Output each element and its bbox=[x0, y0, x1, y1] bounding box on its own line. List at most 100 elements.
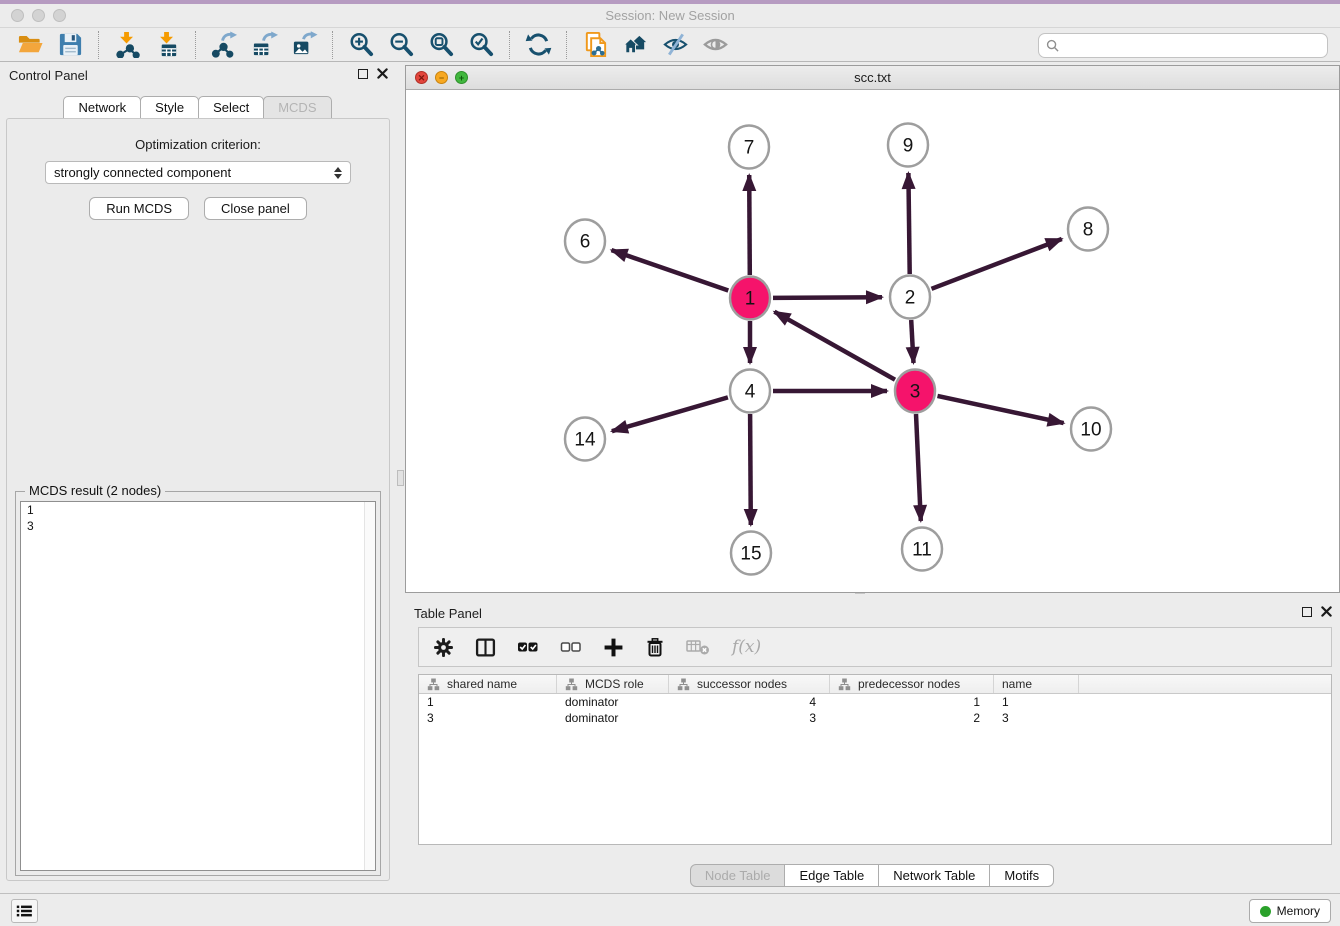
edge-2-8[interactable] bbox=[932, 239, 1062, 289]
edge-1-2[interactable] bbox=[773, 297, 882, 298]
edge-1-6[interactable] bbox=[612, 250, 729, 290]
float-table-panel-icon[interactable] bbox=[1302, 607, 1312, 617]
task-history-button[interactable] bbox=[11, 899, 38, 923]
table-cell[interactable]: 3 bbox=[669, 710, 830, 726]
column-header-shared-name[interactable]: shared name bbox=[419, 675, 557, 693]
edge-3-1[interactable] bbox=[774, 312, 895, 380]
column-label: shared name bbox=[447, 677, 517, 691]
node-9[interactable]: 9 bbox=[888, 124, 928, 167]
memory-button[interactable]: Memory bbox=[1249, 899, 1331, 923]
show-all-networks-button[interactable] bbox=[615, 29, 655, 61]
node-3[interactable]: 3 bbox=[895, 370, 935, 413]
node-1[interactable]: 1 bbox=[730, 277, 770, 320]
table-row[interactable]: 1dominator411 bbox=[419, 694, 1331, 710]
mcds-result-list[interactable]: 13 bbox=[20, 501, 376, 871]
open-session-button[interactable] bbox=[10, 29, 50, 61]
export-image-button[interactable] bbox=[284, 29, 324, 61]
run-mcds-button[interactable]: Run MCDS bbox=[89, 197, 189, 220]
import-network-button[interactable] bbox=[107, 29, 147, 61]
close-panel-button[interactable]: Close panel bbox=[204, 197, 307, 220]
table-cell[interactable]: 2 bbox=[830, 710, 994, 726]
column-hierarchy-icon bbox=[565, 678, 578, 691]
zoom-fit-button[interactable] bbox=[421, 29, 461, 61]
table-header-row: shared name MCDS role successor nodes prede… bbox=[419, 675, 1331, 694]
table-row[interactable]: 3dominator323 bbox=[419, 710, 1331, 726]
export-table-button[interactable] bbox=[244, 29, 284, 61]
close-panel-icon[interactable] bbox=[377, 68, 388, 79]
table-cell[interactable]: 1 bbox=[994, 694, 1079, 710]
node-11[interactable]: 11 bbox=[902, 528, 942, 571]
edge-3-11[interactable] bbox=[916, 414, 921, 521]
zoom-selected-button[interactable] bbox=[461, 29, 501, 61]
table-cell[interactable]: dominator bbox=[557, 694, 669, 710]
export-network-button[interactable] bbox=[204, 29, 244, 61]
hide-graphics-details-button[interactable] bbox=[655, 29, 695, 61]
table-options-button[interactable] bbox=[433, 637, 454, 658]
node-6[interactable]: 6 bbox=[565, 220, 605, 263]
tab-network[interactable]: Network bbox=[63, 96, 141, 119]
network-graph[interactable]: 7 9 6 8 1 2 4 3 14 10 15 11 bbox=[406, 90, 1339, 592]
show-graphics-details-button[interactable] bbox=[695, 29, 735, 61]
create-column-button[interactable] bbox=[603, 637, 624, 658]
zoom-in-button[interactable] bbox=[341, 29, 381, 61]
clone-network-button[interactable] bbox=[575, 29, 615, 61]
float-panel-icon[interactable] bbox=[358, 69, 368, 79]
vertical-split-handle[interactable] bbox=[397, 470, 404, 486]
function-builder-button[interactable]: f(x) bbox=[732, 637, 761, 657]
close-table-panel-icon[interactable] bbox=[1321, 606, 1332, 617]
select-all-columns-button[interactable] bbox=[517, 637, 539, 657]
delete-table-button[interactable] bbox=[686, 638, 711, 656]
tab-network-table[interactable]: Network Table bbox=[878, 864, 990, 887]
network-window-titlebar[interactable]: ✕ − + scc.txt bbox=[406, 66, 1339, 90]
node-2[interactable]: 2 bbox=[890, 276, 930, 319]
tab-style[interactable]: Style bbox=[140, 96, 199, 119]
edge-4-15[interactable] bbox=[750, 414, 751, 525]
table-cell[interactable]: 1 bbox=[419, 694, 557, 710]
export-image-icon bbox=[291, 31, 318, 58]
column-header-name[interactable]: name bbox=[994, 675, 1079, 693]
show-columns-button[interactable] bbox=[475, 637, 496, 658]
edge-1-7[interactable] bbox=[749, 175, 750, 275]
delete-columns-button[interactable] bbox=[645, 637, 665, 658]
node-table[interactable]: shared name MCDS role successor nodes prede… bbox=[418, 674, 1332, 845]
table-cell[interactable]: 3 bbox=[994, 710, 1079, 726]
tab-node-table[interactable]: Node Table bbox=[690, 864, 786, 887]
tab-edge-table[interactable]: Edge Table bbox=[784, 864, 879, 887]
node-15[interactable]: 15 bbox=[731, 532, 771, 575]
clone-network-icon bbox=[582, 31, 609, 58]
import-table-button[interactable] bbox=[147, 29, 187, 61]
unselect-all-columns-button[interactable] bbox=[560, 637, 582, 657]
tab-motifs[interactable]: Motifs bbox=[989, 864, 1054, 887]
optimization-criterion-select[interactable]: strongly connected component bbox=[45, 161, 351, 184]
edge-4-14[interactable] bbox=[612, 397, 728, 431]
edge-3-10[interactable] bbox=[938, 396, 1064, 423]
tab-mcds[interactable]: MCDS bbox=[263, 96, 331, 119]
network-canvas[interactable]: 7 9 6 8 1 2 4 3 14 10 15 11 bbox=[406, 90, 1339, 592]
zoom-out-icon bbox=[388, 31, 415, 58]
node-14[interactable]: 14 bbox=[565, 418, 605, 461]
node-10[interactable]: 10 bbox=[1071, 408, 1111, 451]
edge-2-9[interactable] bbox=[908, 173, 909, 274]
column-header-predecessor-nodes[interactable]: predecessor nodes bbox=[830, 675, 994, 693]
column-hierarchy-icon bbox=[677, 678, 690, 691]
export-network-icon bbox=[211, 31, 238, 58]
column-label: successor nodes bbox=[697, 677, 787, 691]
table-cell[interactable]: 4 bbox=[669, 694, 830, 710]
column-header-successor-nodes[interactable]: successor nodes bbox=[669, 675, 830, 693]
column-header-mcds-role[interactable]: MCDS role bbox=[557, 675, 669, 693]
zoom-out-button[interactable] bbox=[381, 29, 421, 61]
edge-2-3[interactable] bbox=[911, 320, 913, 363]
result-scrollbar[interactable] bbox=[364, 502, 375, 870]
open-folder-icon bbox=[17, 31, 44, 58]
node-7[interactable]: 7 bbox=[729, 126, 769, 169]
table-cell[interactable]: dominator bbox=[557, 710, 669, 726]
save-session-button[interactable] bbox=[50, 29, 90, 61]
tab-select[interactable]: Select bbox=[198, 96, 264, 119]
node-8[interactable]: 8 bbox=[1068, 208, 1108, 251]
search-input[interactable] bbox=[1064, 38, 1320, 53]
search-field[interactable] bbox=[1038, 33, 1328, 58]
apply-layout-button[interactable] bbox=[518, 29, 558, 61]
table-cell[interactable]: 3 bbox=[419, 710, 557, 726]
node-4[interactable]: 4 bbox=[730, 370, 770, 413]
table-cell[interactable]: 1 bbox=[830, 694, 994, 710]
